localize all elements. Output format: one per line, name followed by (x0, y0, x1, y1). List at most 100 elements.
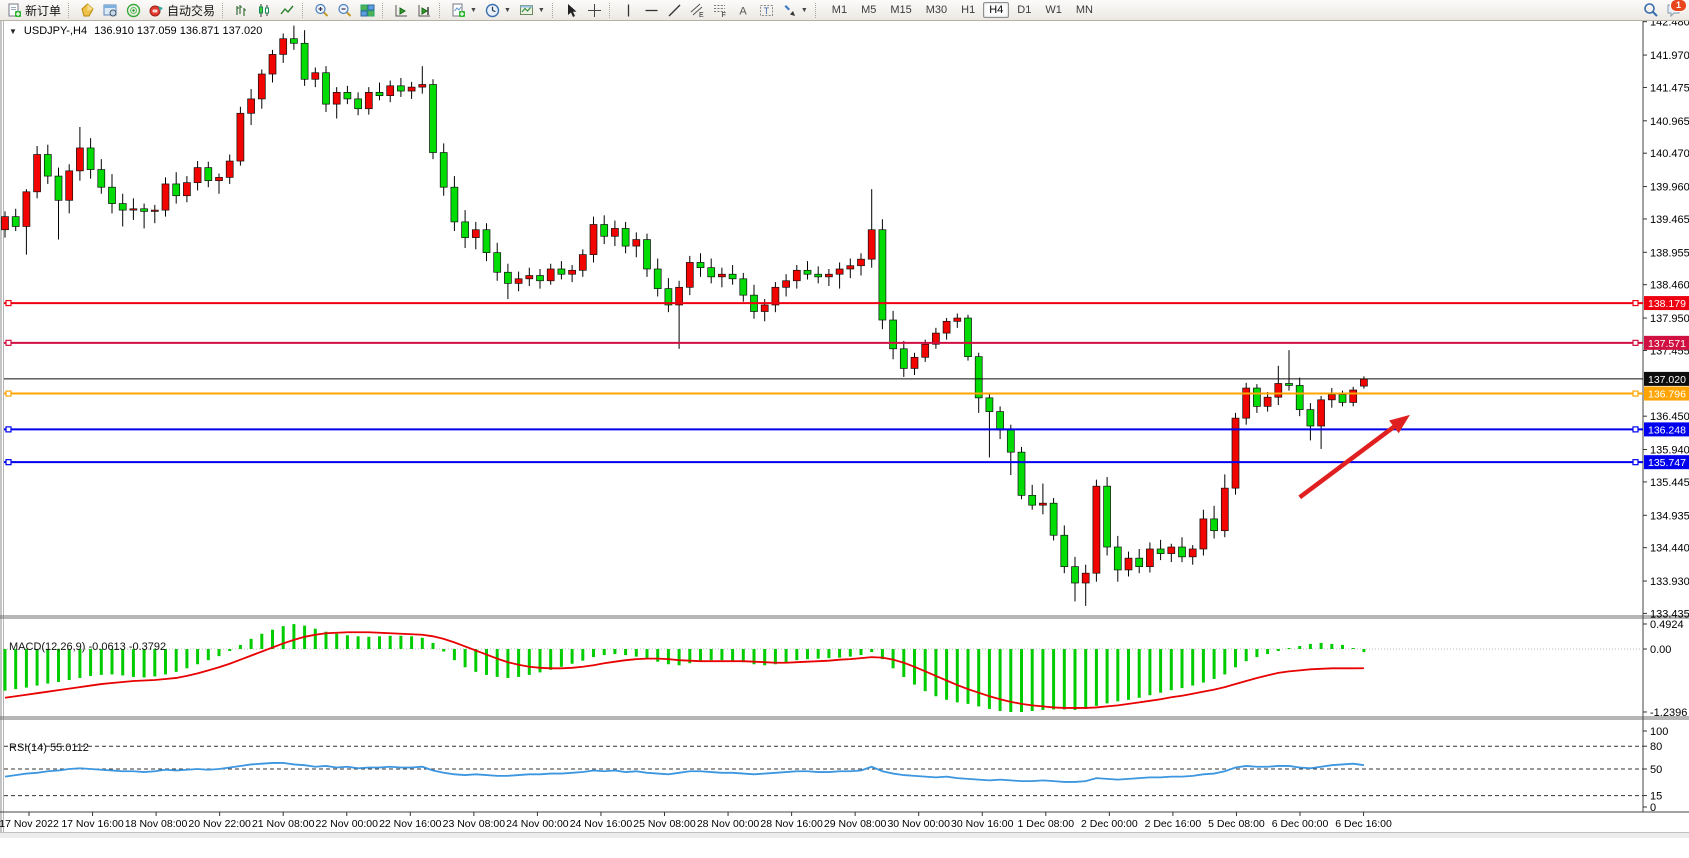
auto-trading-label: 自动交易 (167, 2, 215, 19)
timeframe-button-m30[interactable]: M30 (920, 2, 953, 18)
svg-text:2 Dec 16:00: 2 Dec 16:00 (1145, 818, 1202, 830)
cursor-button[interactable] (560, 1, 583, 20)
trendline-button[interactable] (663, 1, 686, 20)
dropdown-caret-icon: ▼ (801, 7, 808, 14)
timeframe-button-h4[interactable]: H4 (983, 2, 1009, 18)
new-chart-icon (451, 3, 466, 18)
svg-text:E: E (699, 12, 704, 18)
timeframe-toolbar: M1M5M15M30H1H4D1W1MN (825, 2, 1100, 18)
notifications-button[interactable]: 1 (1666, 3, 1681, 18)
timeframe-button-mn[interactable]: MN (1070, 2, 1099, 18)
svg-text:18 Nov 08:00: 18 Nov 08:00 (125, 818, 188, 830)
timeframe-button-d1[interactable]: D1 (1011, 2, 1037, 18)
svg-text:140.965: 140.965 (1650, 116, 1689, 128)
svg-text:25 Nov 08:00: 25 Nov 08:00 (633, 818, 696, 830)
zoom-out-button[interactable] (333, 1, 356, 20)
new-order-label: 新订单 (25, 2, 61, 19)
toolbar-separator (815, 3, 820, 18)
dropdown-caret-icon: ▼ (504, 7, 511, 14)
text-icon: A (736, 3, 751, 18)
svg-text:-1.2396: -1.2396 (1650, 707, 1687, 719)
svg-text:17 Nov 16:00: 17 Nov 16:00 (61, 818, 124, 830)
chart-canvas[interactable]: 142.480141.970141.475140.965140.470139.9… (0, 0, 1689, 838)
line-chart-icon (280, 3, 295, 18)
data-window-button[interactable] (99, 1, 122, 20)
periodicity-button[interactable]: ▼ (481, 1, 515, 20)
collapse-triangle-icon[interactable]: ▼ (9, 27, 17, 36)
bar-chart-button[interactable] (230, 1, 253, 20)
rsi-indicator-label: RSI(14) 55.0112 (9, 742, 89, 754)
clock-icon (485, 3, 500, 18)
chart-symbol-period: USDJPY-,H4 (24, 25, 87, 37)
svg-text:23 Nov 08:00: 23 Nov 08:00 (443, 818, 506, 830)
toolbar-separator (552, 3, 557, 18)
line-chart-button[interactable] (276, 1, 299, 20)
svg-text:141.475: 141.475 (1650, 82, 1689, 94)
market-watch-icon (80, 3, 95, 18)
search-icon[interactable] (1643, 3, 1658, 18)
text-label-button[interactable]: T (755, 1, 778, 20)
cursor-icon (564, 3, 579, 18)
svg-text:80: 80 (1650, 741, 1662, 753)
svg-text:22 Nov 00:00: 22 Nov 00:00 (316, 818, 379, 830)
mt4-window: 新订单 自动交易 (0, 0, 1689, 858)
auto-trading-button[interactable]: 自动交易 (145, 1, 219, 20)
candlestick-button[interactable] (253, 1, 276, 20)
horizontal-line-button[interactable] (640, 1, 663, 20)
svg-text:21 Nov 08:00: 21 Nov 08:00 (252, 818, 315, 830)
crosshair-button[interactable] (583, 1, 606, 20)
svg-text:138.955: 138.955 (1650, 247, 1689, 259)
text-button[interactable]: A (732, 1, 755, 20)
timeframe-button-m5[interactable]: M5 (855, 2, 882, 18)
svg-text:139.465: 139.465 (1650, 214, 1689, 226)
svg-text:138.460: 138.460 (1650, 280, 1689, 292)
channel-button[interactable]: E (686, 1, 709, 20)
svg-text:136.796: 136.796 (1648, 389, 1686, 401)
strategy-navigator-button[interactable] (122, 1, 145, 20)
svg-text:140.470: 140.470 (1650, 148, 1689, 160)
svg-text:5 Dec 08:00: 5 Dec 08:00 (1208, 818, 1265, 830)
auto-scroll-icon (394, 3, 409, 18)
template-icon (519, 3, 534, 18)
chart-shift-icon (417, 3, 432, 18)
svg-text:138.179: 138.179 (1648, 298, 1686, 310)
auto-trading-icon (149, 3, 164, 18)
tile-windows-button[interactable] (356, 1, 379, 20)
svg-text:30 Nov 16:00: 30 Nov 16:00 (951, 818, 1014, 830)
template-button[interactable]: ▼ (515, 1, 549, 20)
toolbar-separator (382, 3, 387, 18)
svg-text:30 Nov 00:00: 30 Nov 00:00 (887, 818, 950, 830)
tile-windows-icon (360, 3, 375, 18)
new-order-icon (7, 3, 22, 18)
timeframe-button-w1[interactable]: W1 (1039, 2, 1068, 18)
svg-text:133.930: 133.930 (1650, 576, 1689, 588)
svg-text:0.4924: 0.4924 (1650, 619, 1684, 631)
vertical-line-button[interactable] (617, 1, 640, 20)
dropdown-caret-icon: ▼ (470, 7, 477, 14)
fibonacci-button[interactable]: F (709, 1, 732, 20)
svg-text:134.935: 134.935 (1650, 510, 1689, 522)
chart-shift-button[interactable] (413, 1, 436, 20)
svg-text:137.950: 137.950 (1650, 313, 1689, 325)
svg-text:T: T (763, 6, 769, 16)
svg-text:17 Nov 2022: 17 Nov 2022 (0, 818, 59, 830)
market-watch-button[interactable] (76, 1, 99, 20)
timeframe-button-m15[interactable]: M15 (884, 2, 917, 18)
dropdown-caret-icon: ▼ (538, 7, 545, 14)
arrows-button[interactable]: ▼ (778, 1, 812, 20)
svg-text:137.020: 137.020 (1648, 374, 1686, 386)
new-order-button[interactable]: 新订单 (3, 1, 65, 20)
chart-ohlc-values: 136.910 137.059 136.871 137.020 (94, 25, 262, 37)
svg-text:1 Dec 08:00: 1 Dec 08:00 (1017, 818, 1074, 830)
svg-text:6 Dec 00:00: 6 Dec 00:00 (1272, 818, 1329, 830)
text-label-icon: T (759, 3, 774, 18)
timeframe-button-h1[interactable]: H1 (955, 2, 981, 18)
horizontal-line-icon (644, 3, 659, 18)
svg-text:24 Nov 00:00: 24 Nov 00:00 (506, 818, 569, 830)
zoom-in-button[interactable] (310, 1, 333, 20)
chart-title: ▼ USDJPY-,H4 136.910 137.059 136.871 137… (9, 25, 262, 37)
auto-scroll-button[interactable] (390, 1, 413, 20)
timeframe-button-m1[interactable]: M1 (826, 2, 853, 18)
new-chart-button[interactable]: ▼ (447, 1, 481, 20)
svg-text:135.445: 135.445 (1650, 477, 1689, 489)
